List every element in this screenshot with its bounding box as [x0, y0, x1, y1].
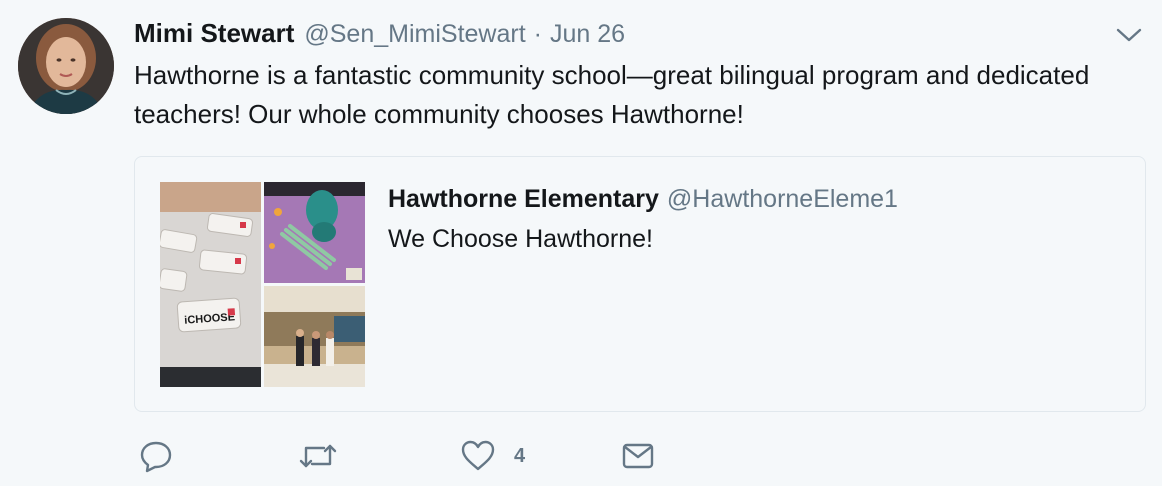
author-avatar[interactable] — [18, 18, 114, 114]
tweet-date[interactable]: Jun 26 — [550, 20, 625, 49]
reply-button[interactable] — [138, 436, 174, 476]
direct-message-button[interactable] — [620, 436, 656, 476]
photo-tile-signs[interactable]: iCHOOSE — [160, 182, 261, 387]
quoted-author-name[interactable]: Hawthorne Elementary — [388, 185, 659, 214]
tweet-header: Mimi Stewart @Sen_MimiStewart · Jun 26 — [134, 18, 625, 50]
tweet-text: Hawthorne is a fantastic community schoo… — [134, 60, 1090, 129]
reply-icon — [138, 438, 174, 474]
header-separator: · — [533, 20, 542, 48]
photo-tile-gym[interactable] — [264, 286, 365, 387]
author-name[interactable]: Mimi Stewart — [134, 18, 294, 49]
quoted-author-handle[interactable]: @HawthorneEleme1 — [667, 185, 898, 214]
retweet-button[interactable] — [298, 436, 338, 476]
quoted-tweet-text: We Choose Hawthorne! — [388, 225, 653, 253]
envelope-icon — [620, 438, 656, 474]
author-handle[interactable]: @Sen_MimiStewart — [304, 20, 525, 49]
tweet-card[interactable]: Mimi Stewart @Sen_MimiStewart · Jun 26 H… — [0, 0, 1162, 486]
quoted-tweet[interactable]: iCHOOSE Hawthorne Elementary @HawthorneE… — [134, 156, 1146, 412]
chevron-down-icon[interactable] — [1114, 24, 1144, 46]
retweet-icon — [298, 438, 338, 474]
photo-tile-table[interactable] — [264, 182, 365, 283]
like-button[interactable]: 4 — [460, 436, 525, 476]
like-count: 4 — [514, 444, 526, 467]
quoted-media-grid[interactable]: iCHOOSE — [160, 182, 365, 387]
quoted-header: Hawthorne Elementary @HawthorneEleme1 — [388, 185, 898, 214]
heart-icon — [460, 438, 496, 474]
